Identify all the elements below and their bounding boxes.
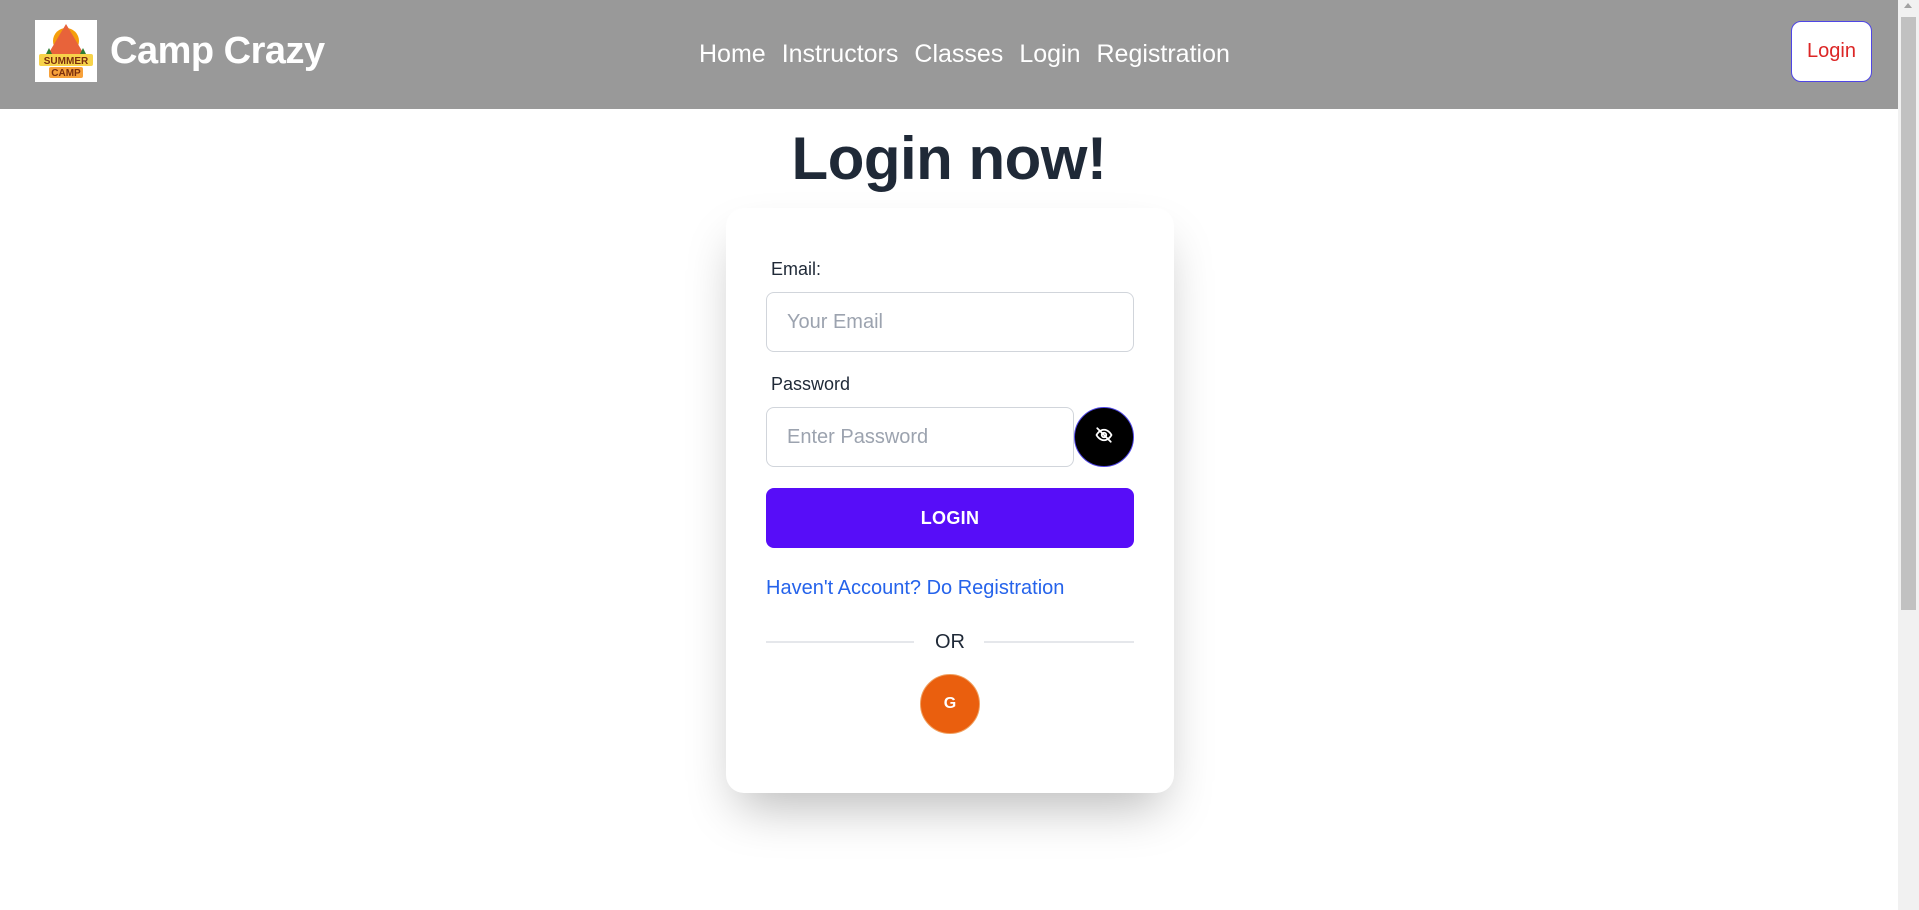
nav-link-login[interactable]: Login (1019, 40, 1080, 76)
login-card: Email: Password LOGIN Haven't Account? D… (726, 208, 1174, 793)
page-title: Login now! (791, 125, 1107, 192)
scroll-up-arrow-icon[interactable] (1904, 3, 1912, 8)
logo-text-line1: SUMMER (44, 56, 89, 67)
scrollbar-thumb[interactable] (1901, 17, 1916, 610)
toggle-password-visibility-button[interactable] (1074, 407, 1134, 467)
login-submit-button[interactable]: LOGIN (766, 488, 1134, 548)
eye-slash-icon (1095, 426, 1113, 449)
logo-text-line2: CAMP (51, 68, 81, 79)
google-login-button[interactable]: G (920, 674, 980, 734)
camp-logo[interactable]: SUMMER CAMP (35, 20, 97, 82)
nav-link-classes[interactable]: Classes (914, 40, 1003, 76)
page-scrollbar[interactable] (1898, 0, 1919, 910)
nav-link-home[interactable]: Home (699, 40, 766, 76)
password-label: Password (771, 374, 851, 394)
email-label: Email: (771, 259, 822, 279)
email-input[interactable] (766, 292, 1134, 352)
navbar: SUMMER CAMP Camp Crazy Home Instructors … (0, 0, 1898, 109)
main-nav: Home Instructors Classes Login Registrat… (699, 40, 1230, 76)
nav-link-instructors[interactable]: Instructors (782, 40, 899, 76)
registration-link[interactable]: Haven't Account? Do Registration (766, 577, 1064, 600)
nav-link-registration[interactable]: Registration (1096, 40, 1229, 76)
brand-name[interactable]: Camp Crazy (110, 30, 325, 73)
password-input[interactable] (766, 407, 1074, 467)
divider-line-right (984, 641, 1134, 643)
navbar-login-button[interactable]: Login (1791, 21, 1872, 82)
